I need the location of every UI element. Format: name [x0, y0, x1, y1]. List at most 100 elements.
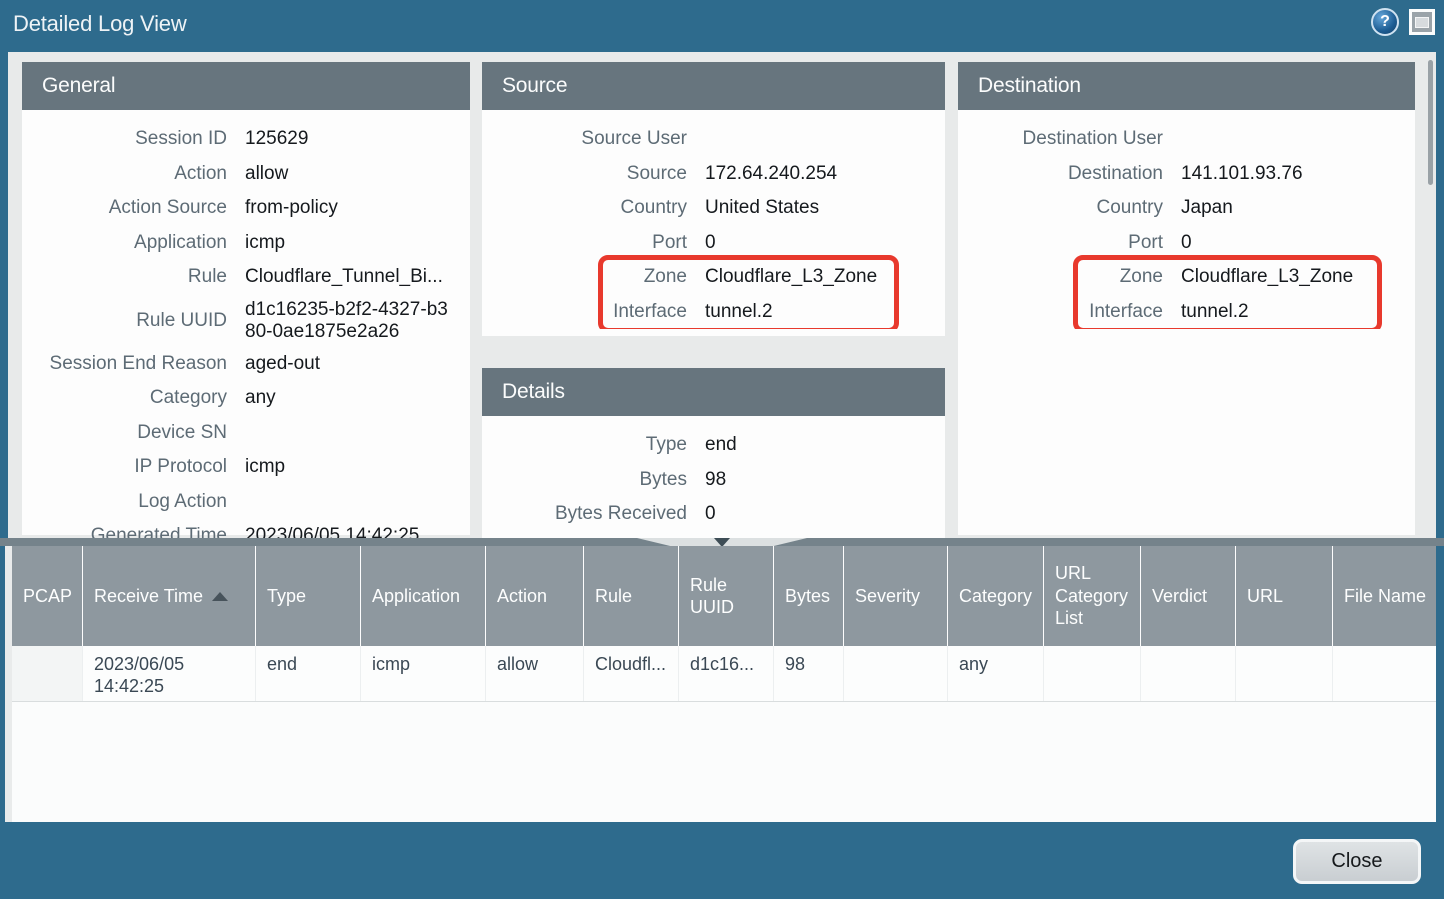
field-label: Rule [22, 266, 227, 288]
title-bar: Detailed Log View ? [0, 0, 1444, 52]
field-value: tunnel.2 [1181, 301, 1249, 323]
log-table-header: PCAP Receive Time Type Application Actio… [12, 546, 1436, 646]
column-header-url-category-list[interactable]: URL Category List [1043, 546, 1140, 646]
field-value: Japan [1181, 197, 1233, 219]
cell-verdict [1140, 646, 1235, 701]
field-label: Interface [482, 301, 687, 323]
column-label: Category [959, 585, 1032, 608]
general-panel-body: Session ID 125629 Action allow Action So… [22, 110, 470, 538]
column-header-category[interactable]: Category [947, 546, 1043, 646]
column-header-application[interactable]: Application [360, 546, 485, 646]
field-value: aged-out [245, 353, 320, 375]
log-table-row[interactable]: 2023/06/05 14:42:25 end icmp allow Cloud… [12, 646, 1436, 702]
field-label: IP Protocol [22, 456, 227, 478]
panel-table-splitter [0, 538, 1444, 546]
field-destination-country: Country Japan [958, 191, 1415, 226]
column-header-type[interactable]: Type [255, 546, 360, 646]
field-device-sn: Device SN [22, 416, 470, 451]
field-label: Rule UUID [22, 310, 227, 332]
vertical-scrollbar-thumb[interactable] [1428, 60, 1433, 185]
general-panel-header: General [22, 62, 470, 110]
column-label: Receive Time [94, 585, 203, 608]
details-panel-body: Type end Bytes 98 Bytes Received 0 [482, 416, 945, 532]
field-destination-zone: Zone Cloudflare_L3_Zone [958, 260, 1415, 295]
column-label: URL [1247, 585, 1283, 608]
destination-panel-body: Destination User Destination 141.101.93.… [958, 110, 1415, 329]
source-panel-body: Source User Source 172.64.240.254 Countr… [482, 110, 945, 329]
field-label: Application [22, 232, 227, 254]
detail-panels-area: General Session ID 125629 Action allow A… [8, 52, 1436, 538]
cell-file-name [1332, 646, 1434, 701]
field-label: Country [958, 197, 1163, 219]
field-source-country: Country United States [482, 191, 945, 226]
column-header-action[interactable]: Action [485, 546, 583, 646]
column-label: File Name [1344, 585, 1426, 608]
destination-panel-header: Destination [958, 62, 1415, 110]
field-label: Session ID [22, 128, 227, 150]
cell-rule-uuid: d1c16... [678, 646, 773, 701]
field-value: Cloudflare_L3_Zone [1181, 266, 1353, 288]
details-panel-header: Details [482, 368, 945, 416]
help-icon[interactable]: ? [1371, 8, 1399, 36]
column-header-severity[interactable]: Severity [843, 546, 947, 646]
window-restore-icon[interactable] [1409, 9, 1435, 35]
cell-receive-time: 2023/06/05 14:42:25 [82, 646, 255, 701]
field-source-zone: Zone Cloudflare_L3_Zone [482, 260, 945, 295]
general-panel: General Session ID 125629 Action allow A… [22, 62, 470, 535]
field-label: Source User [482, 128, 687, 150]
field-label: Action Source [22, 197, 227, 219]
field-label: Bytes Received [482, 503, 687, 525]
field-label: Country [482, 197, 687, 219]
column-header-rule-uuid[interactable]: Rule UUID [678, 546, 773, 646]
column-header-bytes[interactable]: Bytes [773, 546, 843, 646]
log-table: PCAP Receive Time Type Application Actio… [5, 546, 1436, 822]
field-value: end [705, 434, 737, 456]
field-rule: Rule Cloudflare_Tunnel_Bi... [22, 260, 470, 295]
cell-pcap [12, 646, 82, 701]
column-header-rule[interactable]: Rule [583, 546, 678, 646]
column-header-url[interactable]: URL [1235, 546, 1332, 646]
destination-zone-interface-group: Zone Cloudflare_L3_Zone Interface tunnel… [958, 260, 1415, 329]
column-label: Rule UUID [690, 574, 773, 619]
close-button[interactable]: Close [1293, 839, 1421, 884]
field-source: Source 172.64.240.254 [482, 157, 945, 192]
window-restore-icon-inner [1415, 17, 1429, 28]
field-label: Session End Reason [22, 353, 227, 375]
field-value: any [245, 387, 276, 409]
field-label: Bytes [482, 469, 687, 491]
column-header-file-name[interactable]: File Name [1332, 546, 1434, 646]
field-destination-port: Port 0 [958, 226, 1415, 261]
field-ip-protocol: IP Protocol icmp [22, 450, 470, 485]
field-label: Log Action [22, 491, 227, 513]
field-value: d1c16235-b2f2-4327-b380-0ae1875e2a26 [245, 299, 455, 343]
help-glyph: ? [1380, 13, 1390, 31]
field-bytes-received: Bytes Received 0 [482, 497, 945, 532]
details-panel: Details Type end Bytes 98 Bytes Received… [482, 368, 945, 538]
field-label: Port [482, 232, 687, 254]
field-value: 0 [705, 232, 716, 254]
field-source-port: Port 0 [482, 226, 945, 261]
cell-type: end [255, 646, 360, 701]
column-header-pcap[interactable]: PCAP [12, 546, 82, 646]
field-value: 172.64.240.254 [705, 163, 837, 185]
field-rule-uuid: Rule UUID d1c16235-b2f2-4327-b380-0ae187… [22, 295, 470, 347]
field-label: Generated Time [22, 525, 227, 538]
field-value: tunnel.2 [705, 301, 773, 323]
field-label: Port [958, 232, 1163, 254]
column-label: Bytes [785, 585, 830, 608]
page-title: Detailed Log View [13, 11, 187, 37]
cell-application: icmp [360, 646, 485, 701]
column-header-receive-time[interactable]: Receive Time [82, 546, 255, 646]
destination-panel: Destination Destination User Destination… [958, 62, 1415, 535]
field-source-interface: Interface tunnel.2 [482, 295, 945, 330]
field-value: 98 [705, 469, 726, 491]
field-action-source: Action Source from-policy [22, 191, 470, 226]
field-value: 2023/06/05 14:42:25 [245, 525, 419, 538]
column-label: Type [267, 585, 306, 608]
column-label: PCAP [23, 585, 72, 608]
cell-bytes: 98 [773, 646, 843, 701]
source-zone-interface-group: Zone Cloudflare_L3_Zone Interface tunnel… [482, 260, 945, 329]
column-label: URL Category List [1055, 562, 1140, 630]
column-header-verdict[interactable]: Verdict [1140, 546, 1235, 646]
field-label: Destination [958, 163, 1163, 185]
